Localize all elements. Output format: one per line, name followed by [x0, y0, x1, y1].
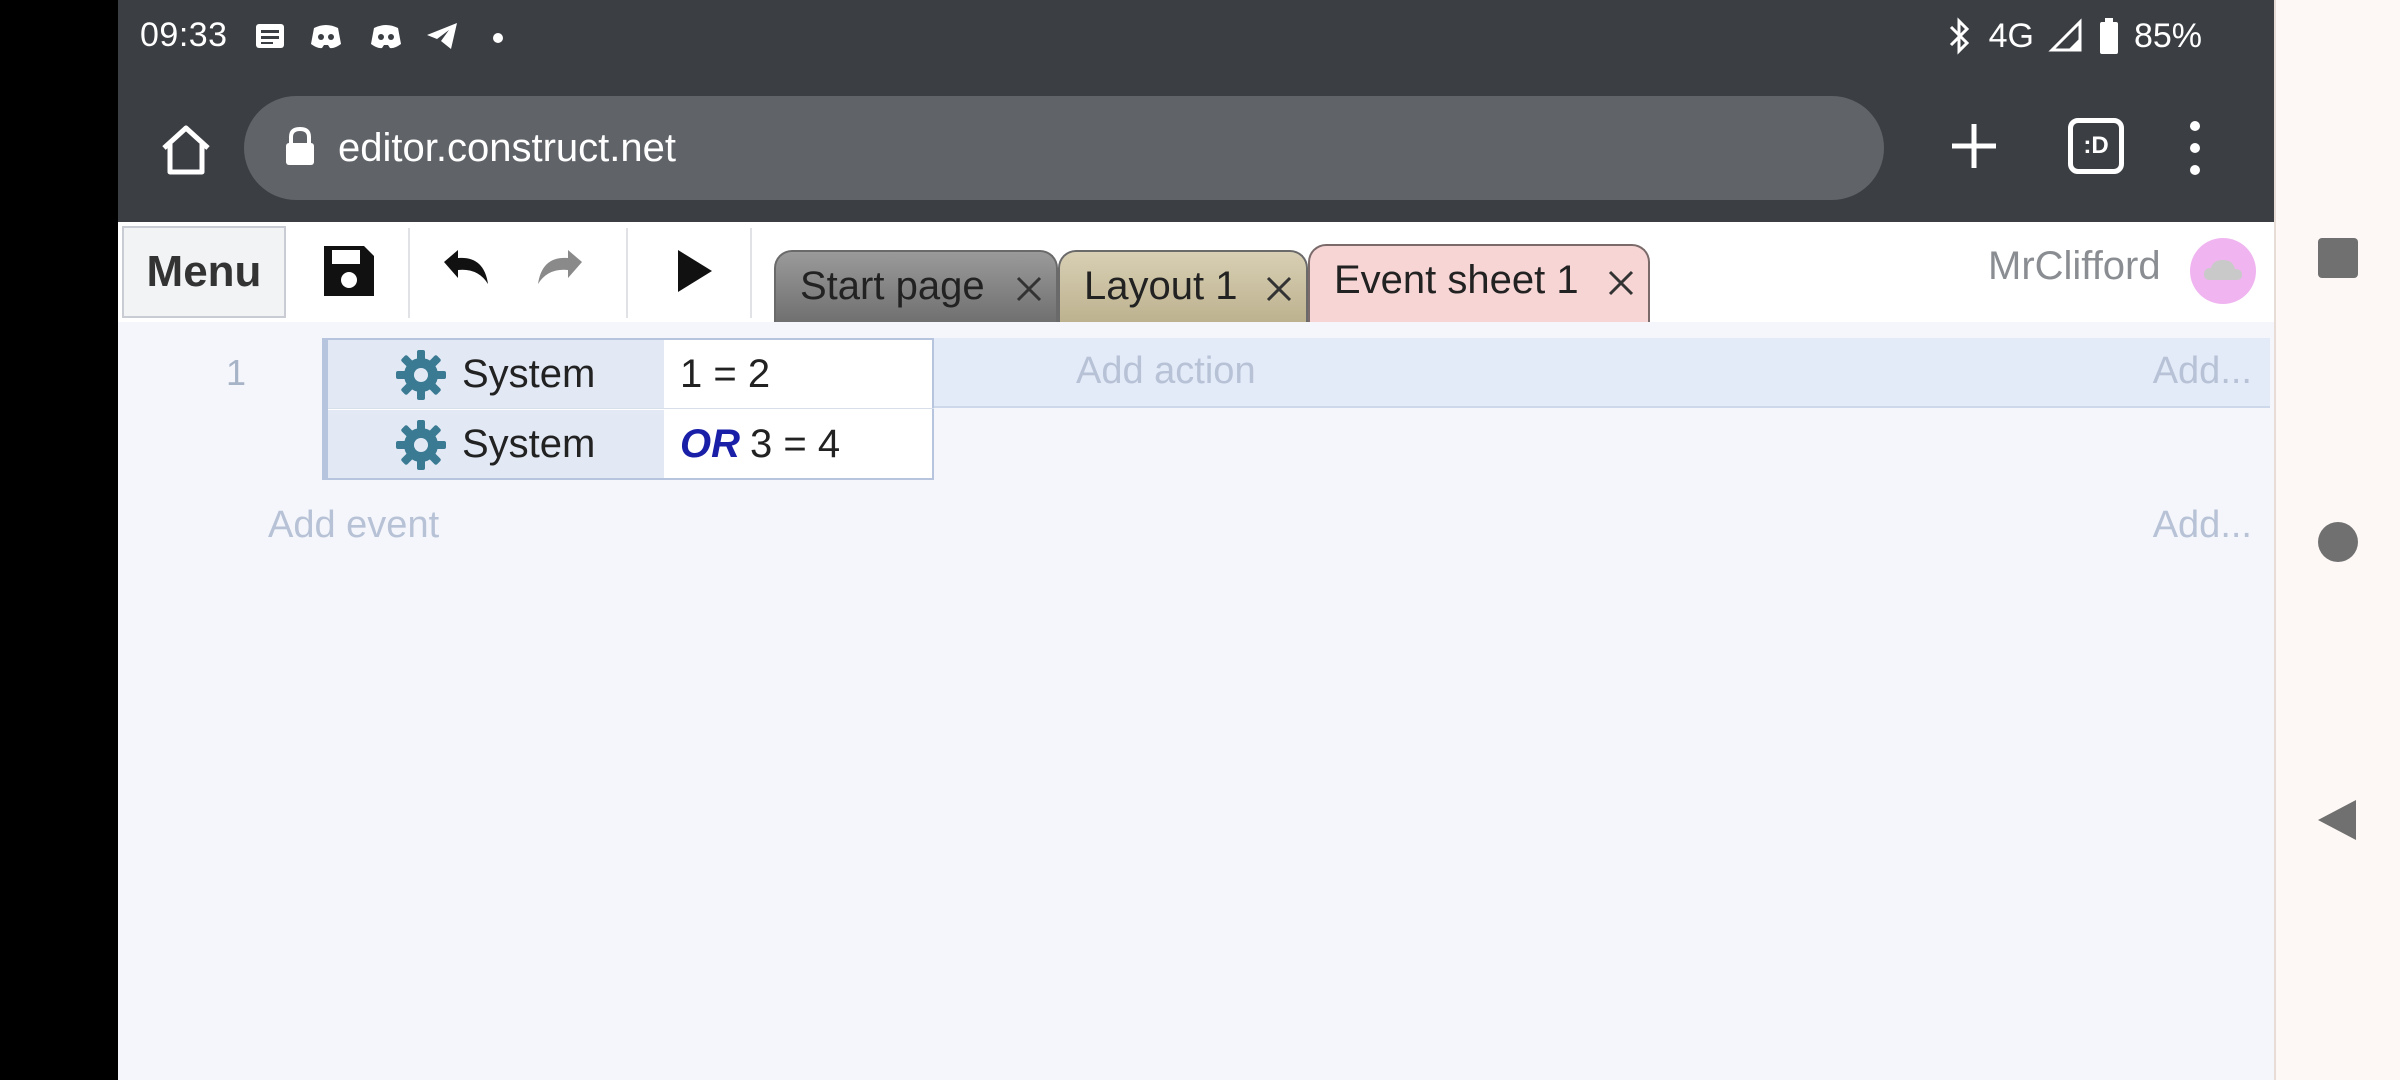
add-action-link[interactable]: Add action [1076, 350, 1256, 393]
toolbar-divider [408, 228, 410, 318]
tab-event-sheet-1[interactable]: Event sheet 1 [1308, 244, 1650, 322]
close-icon[interactable] [1606, 268, 1636, 298]
tab-label: Start page [800, 264, 985, 308]
more-options-icon[interactable] [2180, 116, 2210, 180]
condition-object-cell[interactable]: System [328, 340, 664, 408]
menu-button[interactable]: Menu [122, 226, 286, 318]
condition-row[interactable]: System OR 3 = 4 [328, 410, 934, 478]
condition-text[interactable]: OR 3 = 4 [680, 422, 840, 467]
browser-toolbar: editor.construct.net :D [118, 76, 2274, 222]
toolbar-divider [626, 228, 628, 318]
event-number: 1 [226, 352, 247, 393]
event-conditions-block[interactable]: System 1 = 2 System OR 3 = 4 [322, 338, 934, 480]
battery-icon [2099, 18, 2118, 54]
or-keyword: OR [680, 422, 740, 466]
left-black-bar [0, 0, 118, 1080]
close-icon[interactable] [1014, 274, 1044, 304]
system-nav-bar [2274, 0, 2400, 1080]
avatar[interactable] [2190, 238, 2256, 304]
save-icon[interactable] [318, 240, 380, 302]
tab-switcher-button[interactable]: :D [2068, 118, 2124, 174]
tab-layout-1[interactable]: Layout 1 [1058, 250, 1308, 322]
event-actions-area[interactable]: Add action Add... [934, 338, 2270, 408]
address-bar[interactable]: editor.construct.net [244, 96, 1884, 200]
lock-icon [286, 126, 314, 165]
discord-icon [311, 25, 341, 49]
home-icon[interactable] [156, 120, 216, 180]
condition-row[interactable]: System 1 = 2 [328, 340, 934, 409]
condition-object-cell[interactable]: System [328, 410, 664, 478]
home-nav-icon[interactable] [2318, 522, 2358, 562]
url-text[interactable]: editor.construct.net [338, 126, 676, 171]
status-time: 09:33 [140, 16, 228, 54]
bluetooth-icon [1949, 17, 1969, 55]
signal-icon [2048, 18, 2082, 52]
condition-text[interactable]: 1 = 2 [680, 352, 770, 397]
add-more-link[interactable]: Add... [2153, 350, 2252, 393]
dot-icon [493, 33, 503, 43]
gear-icon [396, 350, 446, 400]
telegram-icon [427, 23, 457, 49]
device-screen: 09:33 4G 85% editor.construct.net :D Men… [118, 0, 2274, 1080]
construct-editor: Menu Start page Layout 1 Event sheet 1 M… [118, 222, 2274, 1080]
status-bar: 09:33 4G 85% [118, 0, 2274, 76]
new-tab-icon[interactable] [1944, 116, 2004, 176]
back-icon[interactable] [2314, 796, 2360, 844]
network-label: 4G [1988, 16, 2034, 55]
condition-object-name: System [462, 352, 596, 396]
play-preview-icon[interactable] [662, 240, 724, 302]
cloud-icon [2204, 260, 2242, 280]
tab-label: Layout 1 [1084, 264, 1238, 308]
redo-icon[interactable] [530, 240, 592, 302]
toolbar-divider [750, 228, 752, 318]
discord-icon [371, 25, 401, 49]
battery-label: 85% [2133, 16, 2202, 55]
editor-toolbar: Menu Start page Layout 1 Event sheet 1 M… [118, 222, 2274, 322]
gear-icon [396, 420, 446, 470]
condition-object-name: System [462, 422, 596, 466]
status-right-group: 4G 85% [1945, 16, 2202, 56]
close-icon[interactable] [1264, 274, 1294, 304]
tab-start-page[interactable]: Start page [774, 250, 1058, 322]
username[interactable]: MrClifford [1988, 244, 2161, 289]
recent-apps-icon[interactable] [2318, 238, 2358, 278]
tab-label: Event sheet 1 [1334, 258, 1579, 302]
add-more-link[interactable]: Add... [2153, 504, 2252, 547]
add-event-link[interactable]: Add event [268, 504, 439, 547]
undo-icon[interactable] [434, 240, 496, 302]
news-icon [256, 24, 284, 48]
condition-expression: 3 = 4 [750, 422, 841, 466]
